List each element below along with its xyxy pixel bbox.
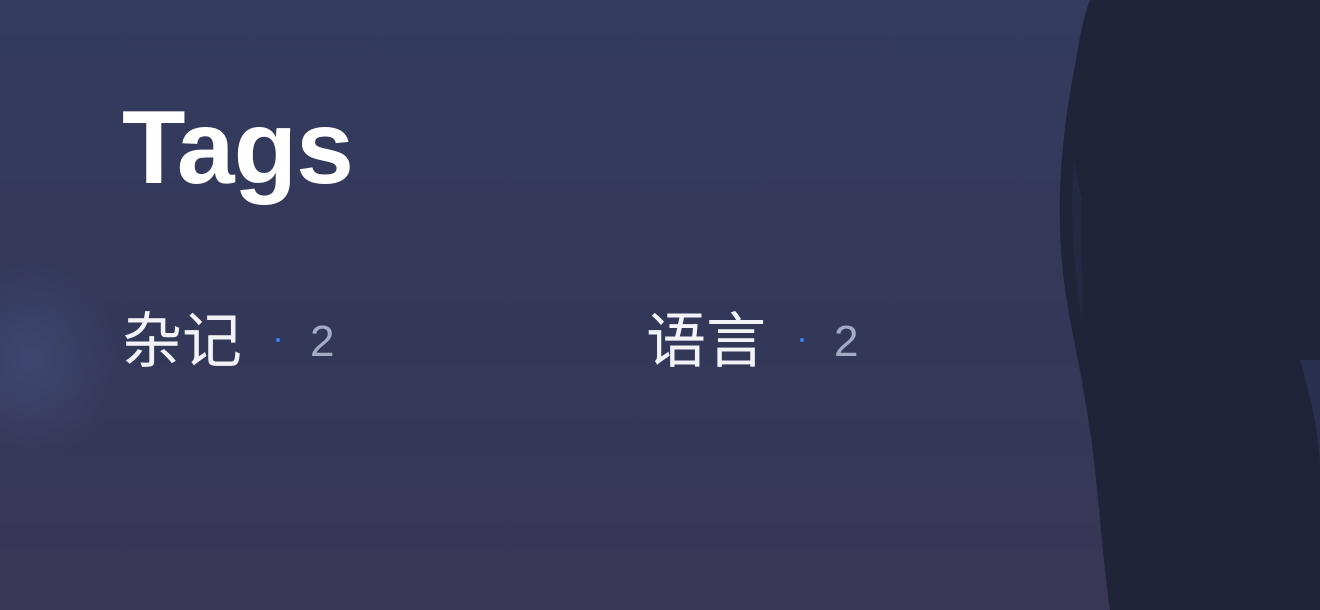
separator-dot-icon bbox=[800, 338, 804, 342]
tag-count: 2 bbox=[834, 317, 859, 366]
tag-count: 2 bbox=[310, 317, 335, 366]
tag-name: 语言 bbox=[646, 307, 766, 377]
tag-name: 杂记 bbox=[122, 307, 242, 377]
page-title: Tags bbox=[122, 90, 354, 206]
tag-link-zaji[interactable]: 杂记 2 bbox=[122, 306, 646, 378]
background-glow bbox=[0, 260, 120, 460]
separator-dot-icon bbox=[276, 338, 280, 342]
tag-link-yuyan[interactable]: 语言 2 bbox=[646, 306, 1170, 378]
character-silhouette bbox=[1059, 0, 1320, 610]
tag-list: 杂记 2 语言 2 bbox=[122, 306, 1170, 378]
